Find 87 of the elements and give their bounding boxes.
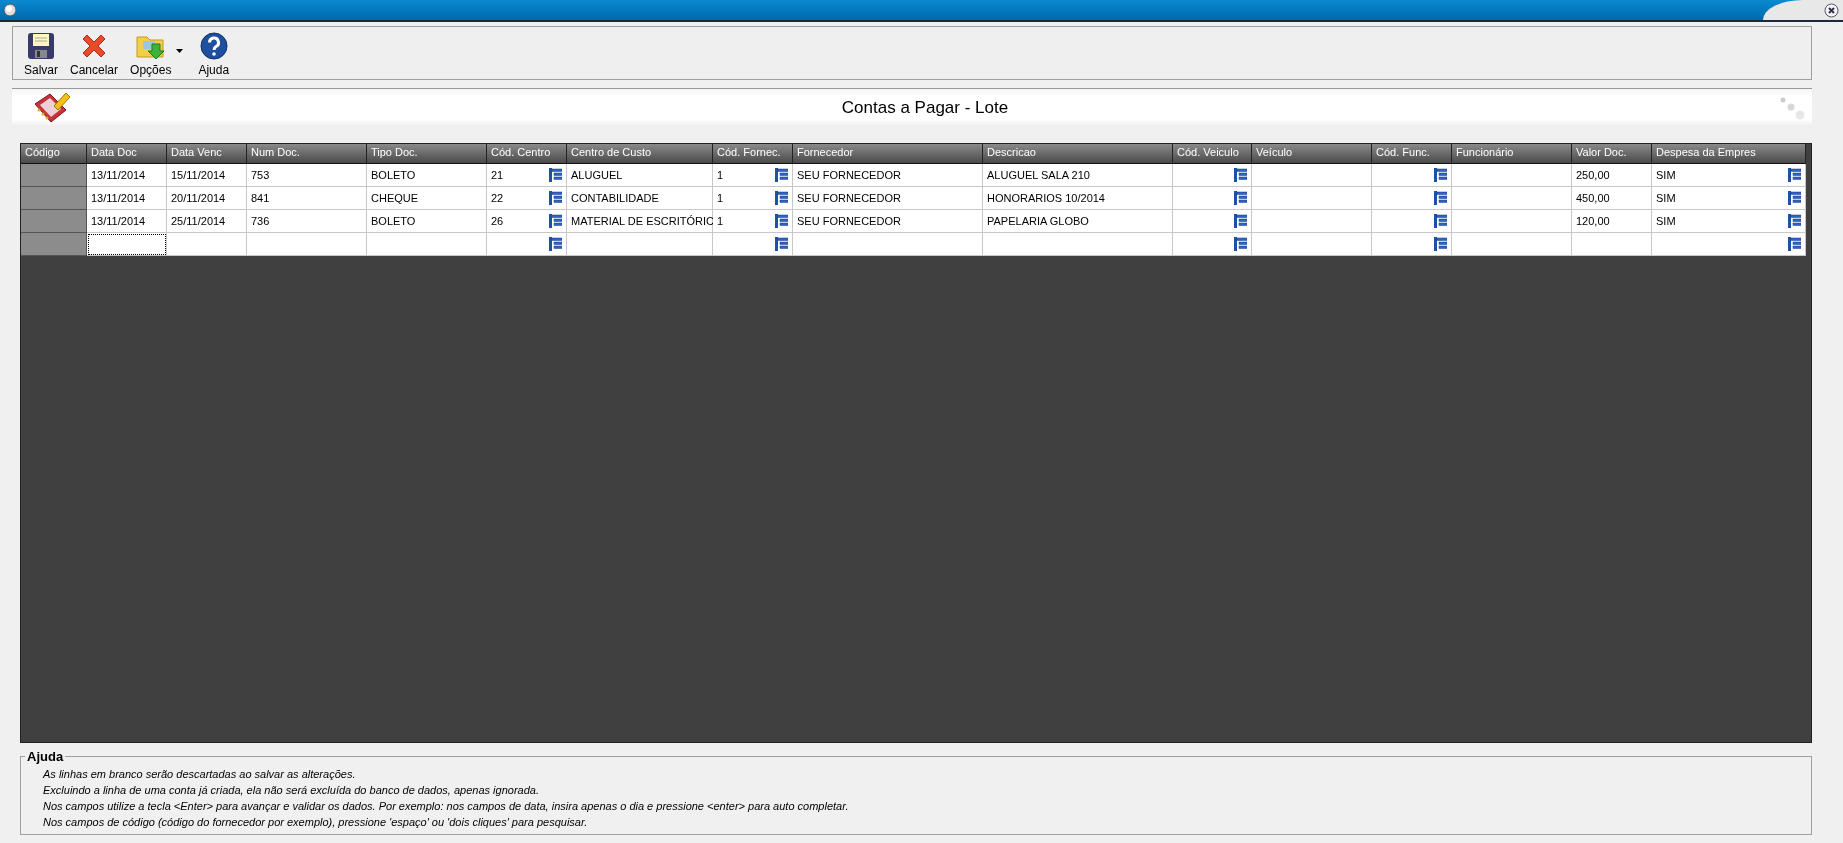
cell-text: 21: [491, 169, 504, 181]
cell-text: 841: [251, 192, 270, 204]
help-icon: [198, 31, 229, 61]
cell-text: 15/11/2014: [171, 169, 226, 181]
help-title: Ajuda: [26, 749, 65, 764]
tree-list-icon[interactable]: [775, 237, 788, 251]
column-header[interactable]: Tipo Doc.: [367, 144, 487, 164]
column-header[interactable]: Funcionário: [1452, 144, 1572, 164]
cell-text: 250,00: [1576, 169, 1610, 181]
cell-text: SIM: [1656, 215, 1676, 227]
cell-text: 13/11/2014: [91, 192, 146, 204]
column-header[interactable]: Despesa da Empres: [1652, 144, 1806, 164]
tree-list-icon[interactable]: [549, 191, 562, 205]
cell-text: ALUGUEL: [571, 169, 623, 181]
cell-text: CHEQUE: [371, 192, 419, 204]
cell-text: 753: [251, 169, 270, 181]
tree-list-icon[interactable]: [775, 191, 788, 205]
window-orb-icon: [3, 3, 17, 17]
cell-text: ALUGUEL SALA 210: [987, 169, 1090, 181]
column-header[interactable]: Veículo: [1252, 144, 1372, 164]
tree-list-icon[interactable]: [775, 214, 788, 228]
column-header[interactable]: Data Venc: [167, 144, 247, 164]
help-text: Nos campos utilize a tecla <Enter> para avançar e validar os dados. Por exemplo: nos campos de data, insira apenas o dia e pressione <enter> para auto completar.: [43, 799, 850, 814]
tree-list-icon[interactable]: [1234, 237, 1247, 251]
column-header[interactable]: Fornecedor: [793, 144, 983, 164]
tree-list-icon[interactable]: [1788, 191, 1801, 205]
tree-list-icon[interactable]: [549, 214, 562, 228]
cell-text: CONTABILIDADE: [571, 192, 659, 204]
page-title: Contas a Pagar - Lote: [840, 98, 1010, 118]
cell-text: 1: [717, 215, 724, 227]
cell-text: 1: [717, 192, 724, 204]
tree-list-icon[interactable]: [1434, 237, 1447, 251]
tree-list-icon[interactable]: [1788, 168, 1801, 182]
tree-list-icon[interactable]: [1434, 168, 1447, 182]
tree-list-icon[interactable]: [1434, 191, 1447, 205]
help-text: Excluindo a linha de uma conta já criada, ela não será excluída do banco de dados, apenas ignorada.: [43, 783, 540, 798]
help-text: Nos campos de código (código do fornecedor por exemplo), pressione 'espaço' ou 'dois cliques' para pesquisar.: [43, 815, 589, 830]
tree-list-icon[interactable]: [549, 168, 562, 182]
column-header[interactable]: Cód. Fornec.: [713, 144, 793, 164]
help-text: As linhas em branco serão descartadas ao salvar as alterações.: [43, 767, 357, 782]
cell-text: SIM: [1656, 192, 1676, 204]
column-header[interactable]: Código: [21, 144, 87, 164]
tree-list-icon[interactable]: [1788, 237, 1801, 251]
cell-text: PAPELARIA GLOBO: [987, 215, 1089, 227]
cell-text: 25/11/2014: [171, 215, 226, 227]
toolbar-button[interactable]: Cancelar: [67, 31, 122, 77]
cell-text: 13/11/2014: [91, 169, 146, 181]
column-header[interactable]: Cód. Centro: [487, 144, 567, 164]
tree-list-icon[interactable]: [775, 168, 788, 182]
column-header[interactable]: Cód. Veiculo: [1173, 144, 1252, 164]
cell-text: 736: [251, 215, 270, 227]
cell-text: 1: [717, 169, 724, 181]
column-header[interactable]: Centro de Custo: [567, 144, 713, 164]
cell-text: MATERIAL DE ESCRITÓRIC: [571, 215, 715, 227]
cell-text: 120,00: [1576, 215, 1610, 227]
column-header[interactable]: Data Doc: [87, 144, 167, 164]
cell-text: BOLETO: [371, 215, 416, 227]
caret-icon[interactable]: [176, 49, 184, 53]
toolbar-button[interactable]: Salvar: [21, 31, 61, 77]
cell-text: 26: [491, 215, 504, 227]
tree-list-icon[interactable]: [549, 237, 562, 251]
row-header-cell[interactable]: [21, 164, 87, 187]
cell-text: BOLETO: [371, 169, 416, 181]
tree-list-icon[interactable]: [1434, 214, 1447, 228]
row-header-cell[interactable]: [21, 233, 87, 256]
cell-text: 13/11/2014: [91, 215, 146, 227]
toolbar-button[interactable]: Ajuda: [195, 31, 233, 77]
cell-text: 20/11/2014: [171, 192, 226, 204]
tree-list-icon[interactable]: [1234, 168, 1247, 182]
cell-text: SIM: [1656, 169, 1676, 181]
cell-text: HONORARIOS 10/2014: [987, 192, 1105, 204]
tree-list-icon[interactable]: [1788, 214, 1801, 228]
cell-text: 450,00: [1576, 192, 1610, 204]
column-header[interactable]: Descricao: [983, 144, 1173, 164]
tree-list-icon[interactable]: [1234, 214, 1247, 228]
column-header[interactable]: Cód. Func.: [1372, 144, 1452, 164]
row-header-cell[interactable]: [21, 210, 87, 233]
tree-list-icon[interactable]: [1234, 191, 1247, 205]
column-header[interactable]: Num Doc.: [247, 144, 367, 164]
cell-text: 22: [491, 192, 504, 204]
column-header[interactable]: Valor Doc.: [1572, 144, 1652, 164]
close-icon[interactable]: [1824, 2, 1839, 18]
row-header-cell[interactable]: [21, 187, 87, 210]
toolbar-button[interactable]: Opções: [127, 31, 175, 77]
cell-text: SEU FORNECEDOR: [797, 169, 901, 181]
cell-text: SEU FORNECEDOR: [797, 215, 901, 227]
cell-text: SEU FORNECEDOR: [797, 192, 901, 204]
